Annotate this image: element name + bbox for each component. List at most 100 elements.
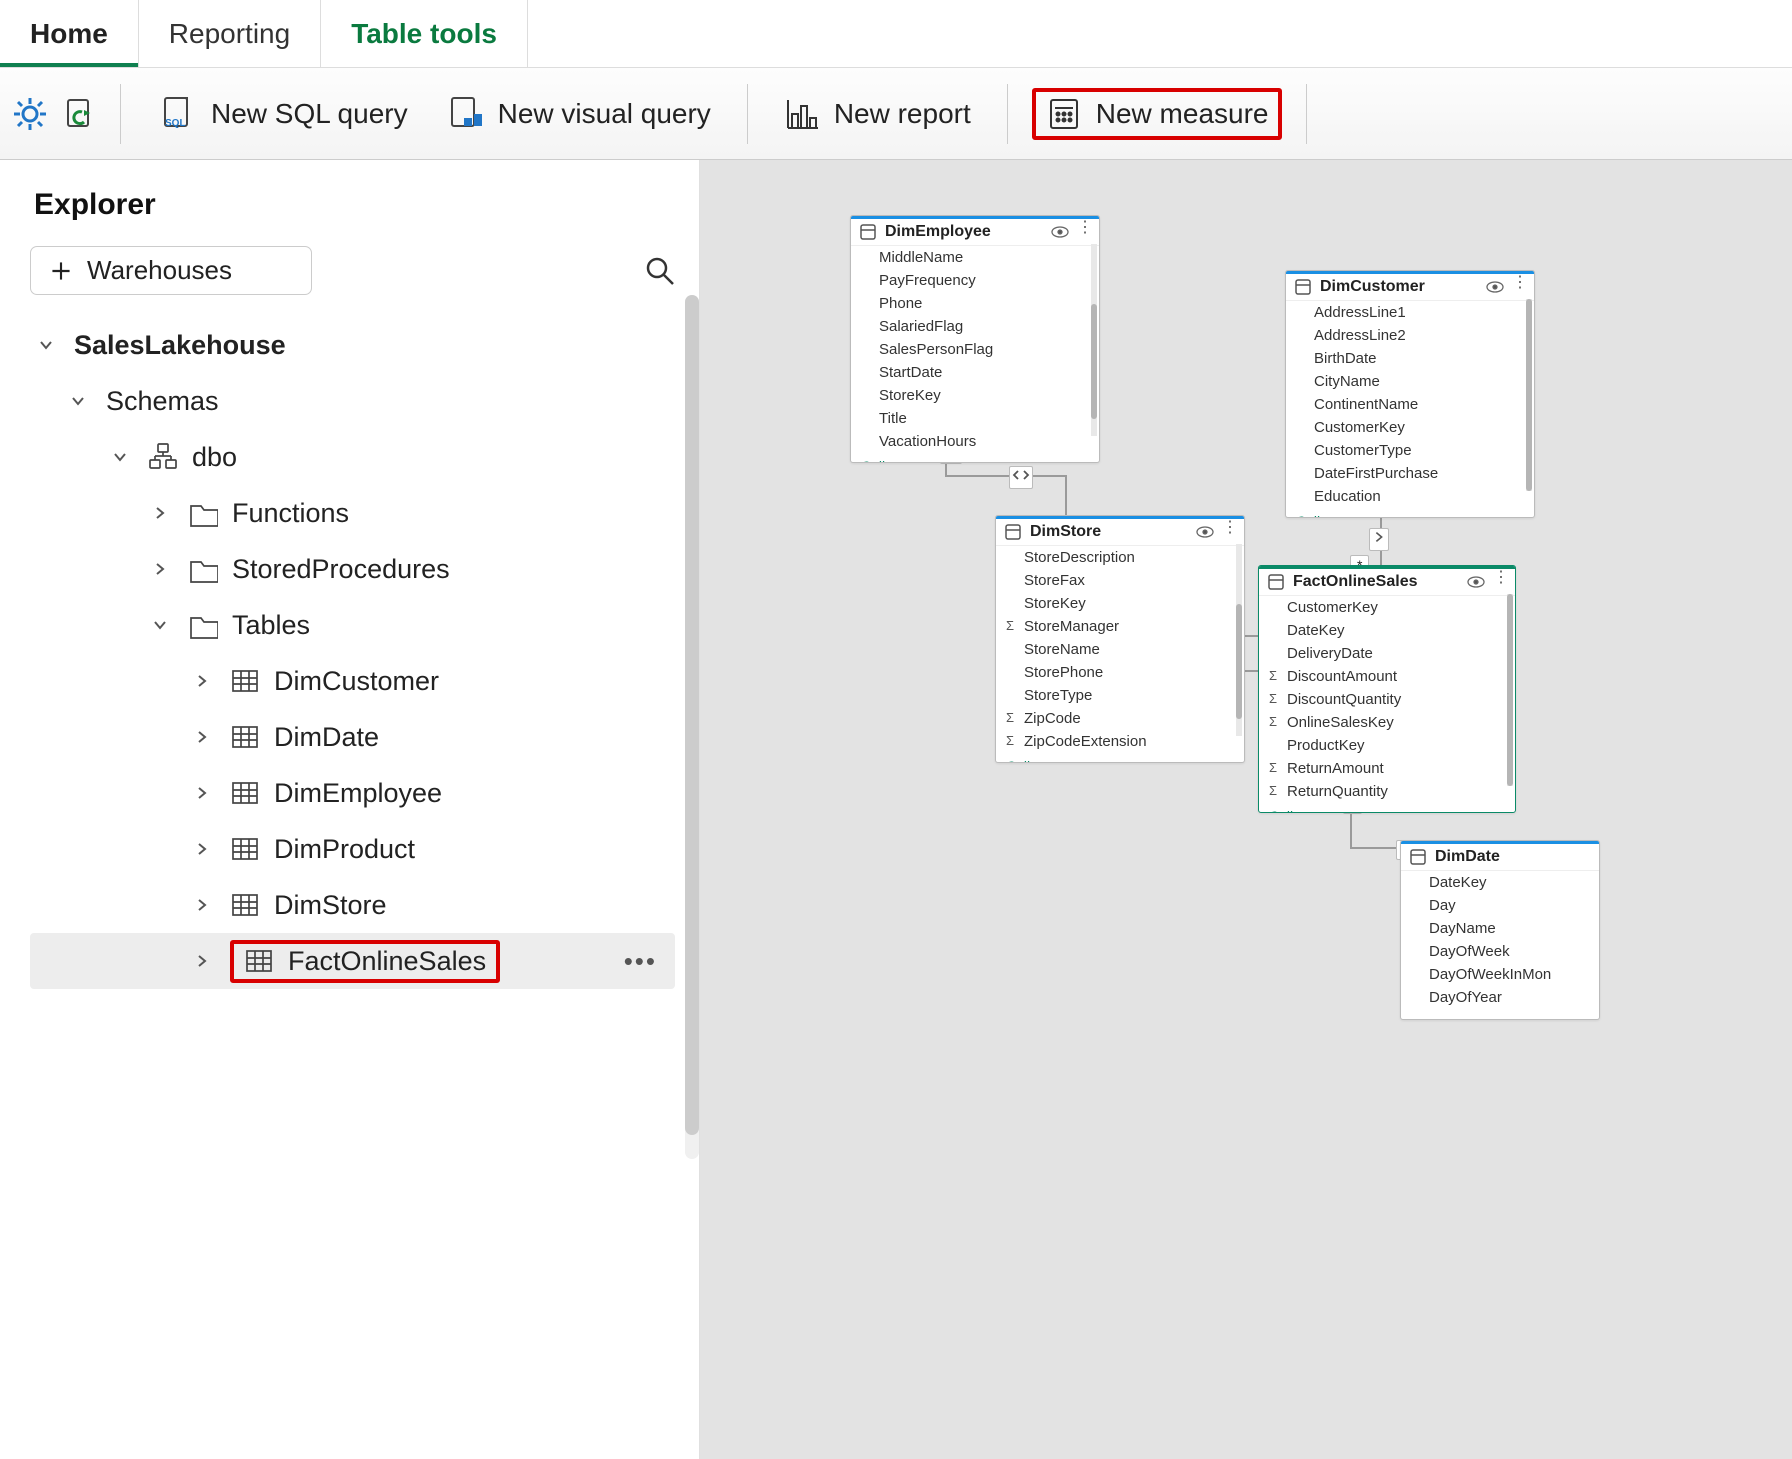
node-field[interactable]: StartDate: [851, 361, 1099, 384]
node-field[interactable]: PayFrequency: [851, 269, 1099, 292]
node-field[interactable]: CustomerType: [1286, 439, 1534, 462]
model-canvas[interactable]: 1 * 1 1 * * 1 * DimEmployee ⋮: [700, 160, 1792, 1459]
node-field[interactable]: SalesPersonFlag: [851, 338, 1099, 361]
node-field[interactable]: CityName: [1286, 370, 1534, 393]
tab-reporting[interactable]: Reporting: [139, 0, 320, 67]
collapse-link[interactable]: Collapse: [851, 453, 1099, 463]
new-sql-query-button[interactable]: New SQL query: [145, 88, 420, 140]
new-visual-query-button[interactable]: New visual query: [432, 88, 723, 140]
scrollbar-thumb[interactable]: [1091, 304, 1097, 419]
more-options-icon[interactable]: ⋮: [1493, 573, 1509, 591]
refresh-icon[interactable]: [60, 96, 96, 132]
node-field[interactable]: OnlineSalesKey: [1259, 711, 1515, 734]
add-warehouse-button[interactable]: Warehouses: [30, 246, 312, 295]
separator: [1306, 84, 1307, 144]
node-field[interactable]: StoreKey: [851, 384, 1099, 407]
node-field[interactable]: ContinentName: [1286, 393, 1534, 416]
node-field[interactable]: ReturnAmount: [1259, 757, 1515, 780]
tree-tables-folder[interactable]: Tables: [30, 597, 675, 653]
node-field[interactable]: MiddleName: [851, 246, 1099, 269]
node-field[interactable]: CustomerKey: [1259, 596, 1515, 619]
eye-icon[interactable]: [1196, 523, 1214, 541]
node-field[interactable]: StorePhone: [996, 661, 1244, 684]
new-measure-button[interactable]: New measure: [1032, 88, 1283, 140]
node-field[interactable]: StoreFax: [996, 569, 1244, 592]
node-field[interactable]: AddressLine2: [1286, 324, 1534, 347]
tree-schema-dbo[interactable]: dbo: [30, 429, 675, 485]
node-scrollbar[interactable]: [1526, 299, 1532, 491]
node-field[interactable]: DeliveryDate: [1259, 642, 1515, 665]
diagram-node-dimstore[interactable]: DimStore ⋮ StoreDescriptionStoreFaxStore…: [995, 515, 1245, 763]
tree-functions[interactable]: Functions: [30, 485, 675, 541]
diagram-node-dimcustomer[interactable]: DimCustomer ⋮ AddressLine1AddressLine2Bi…: [1285, 270, 1535, 518]
node-title: DimStore: [1030, 523, 1188, 541]
scrollbar-thumb[interactable]: [1236, 604, 1242, 719]
node-field[interactable]: StoreType: [996, 684, 1244, 707]
tab-table-tools[interactable]: Table tools: [321, 0, 527, 67]
node-field[interactable]: Phone: [851, 292, 1099, 315]
tree-table-dimemployee[interactable]: DimEmployee: [30, 765, 675, 821]
eye-icon[interactable]: [1467, 573, 1485, 591]
collapse-link[interactable]: Collapse: [1259, 803, 1515, 813]
node-field[interactable]: ReturnQuantity: [1259, 780, 1515, 803]
node-field[interactable]: StoreKey: [996, 592, 1244, 615]
node-field[interactable]: DateKey: [1259, 619, 1515, 642]
node-field[interactable]: VacationHours: [851, 430, 1099, 453]
node-field[interactable]: DayOfWeek: [1401, 940, 1599, 963]
node-field[interactable]: SalariedFlag: [851, 315, 1099, 338]
diagram-node-dimemployee[interactable]: DimEmployee ⋮ MiddleNamePayFrequencyPhon…: [850, 215, 1100, 463]
chevron-down-icon: [148, 613, 172, 637]
eye-icon[interactable]: [1486, 278, 1504, 296]
node-field[interactable]: ZipCodeExtension: [996, 730, 1244, 753]
tree-storedprocedures[interactable]: StoredProcedures: [30, 541, 675, 597]
node-field[interactable]: DiscountQuantity: [1259, 688, 1515, 711]
tab-home[interactable]: Home: [0, 0, 138, 67]
search-icon[interactable]: [645, 256, 675, 286]
node-field[interactable]: DiscountAmount: [1259, 665, 1515, 688]
node-scrollbar[interactable]: [1507, 594, 1513, 786]
node-field[interactable]: Education: [1286, 485, 1534, 508]
more-options-icon[interactable]: ⋮: [1077, 223, 1093, 241]
tree-table-dimstore[interactable]: DimStore: [30, 877, 675, 933]
node-scrollbar[interactable]: [1236, 544, 1242, 736]
tree-table-dimcustomer[interactable]: DimCustomer: [30, 653, 675, 709]
node-field[interactable]: CustomerKey: [1286, 416, 1534, 439]
diagram-node-factonlinesales[interactable]: FactOnlineSales ⋮ CustomerKeyDateKeyDeli…: [1258, 565, 1516, 813]
node-field[interactable]: DayName: [1401, 917, 1599, 940]
chevron-down-icon: [66, 389, 90, 413]
node-field[interactable]: Title: [851, 407, 1099, 430]
node-field[interactable]: DayOfWeekInMon: [1401, 963, 1599, 986]
scrollbar-thumb[interactable]: [685, 295, 699, 1135]
more-options-icon[interactable]: ⋮: [1512, 278, 1528, 296]
node-field[interactable]: DayOfYear: [1401, 986, 1599, 1009]
more-options-icon[interactable]: •••: [624, 946, 657, 977]
node-field[interactable]: StoreName: [996, 638, 1244, 661]
scrollbar-thumb[interactable]: [1526, 299, 1532, 491]
new-report-button[interactable]: New report: [772, 90, 983, 138]
node-field[interactable]: ZipCode: [996, 707, 1244, 730]
node-scrollbar[interactable]: [1091, 244, 1097, 436]
collapse-link[interactable]: Collapse: [996, 753, 1244, 763]
scrollbar-thumb[interactable]: [1507, 594, 1513, 786]
node-field[interactable]: DateKey: [1401, 871, 1599, 894]
tree-schemas[interactable]: Schemas: [30, 373, 675, 429]
node-field[interactable]: BirthDate: [1286, 347, 1534, 370]
tree-table-dimproduct[interactable]: DimProduct: [30, 821, 675, 877]
diagram-node-dimdate[interactable]: DimDate DateKeyDayDayNameDayOfWeekDayOfW…: [1400, 840, 1600, 1020]
node-field[interactable]: Day: [1401, 894, 1599, 917]
tree-table-factonlinesales[interactable]: FactOnlineSales •••: [30, 933, 675, 989]
gear-icon[interactable]: [12, 96, 48, 132]
node-field[interactable]: StoreManager: [996, 615, 1244, 638]
chevron-right-icon: [190, 725, 214, 749]
collapse-link[interactable]: Collapse: [1286, 508, 1534, 518]
new-measure-label: New measure: [1096, 98, 1269, 130]
node-field[interactable]: StoreDescription: [996, 546, 1244, 569]
node-field[interactable]: AddressLine1: [1286, 301, 1534, 324]
tree-root-saleslakehouse[interactable]: SalesLakehouse: [30, 317, 675, 373]
explorer-scrollbar[interactable]: [685, 295, 699, 1159]
node-field[interactable]: ProductKey: [1259, 734, 1515, 757]
node-field[interactable]: DateFirstPurchase: [1286, 462, 1534, 485]
eye-icon[interactable]: [1051, 223, 1069, 241]
tree-table-dimdate[interactable]: DimDate: [30, 709, 675, 765]
more-options-icon[interactable]: ⋮: [1222, 523, 1238, 541]
